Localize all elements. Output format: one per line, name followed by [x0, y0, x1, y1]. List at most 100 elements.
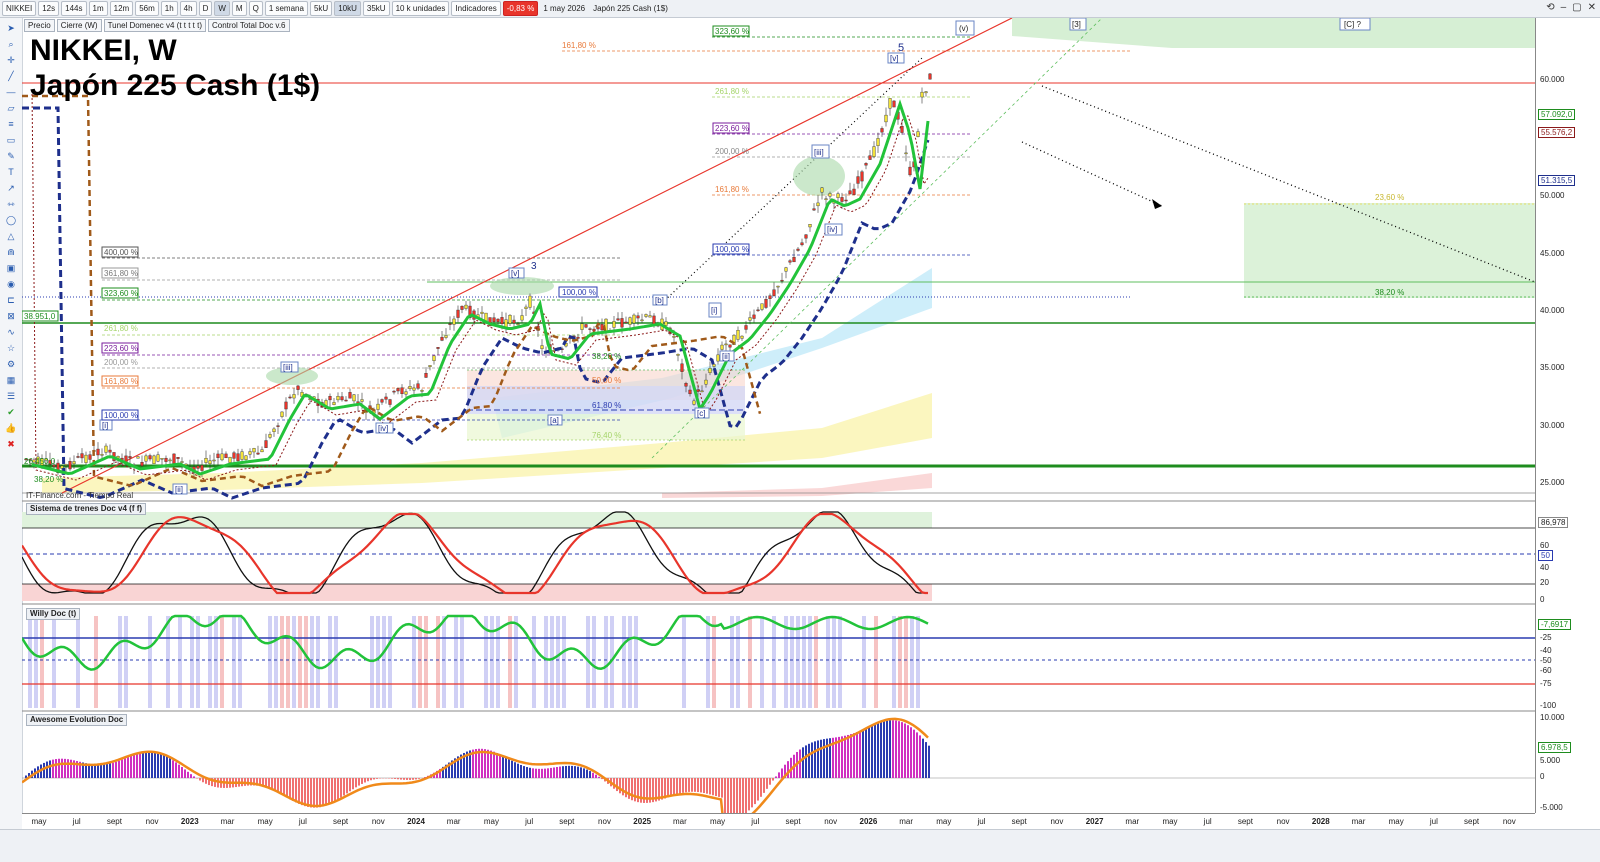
grid-icon[interactable]: ▦ [4, 375, 18, 386]
delete-icon[interactable]: ✖ [4, 439, 18, 450]
time-axis[interactable]: mayjulseptnov2023marmayjulseptnov2024mar… [22, 813, 1535, 830]
legend-tunel[interactable]: Tunel Domenec v4 (t t t t t) [104, 19, 206, 32]
legend-price[interactable]: Precio [24, 19, 55, 32]
settings-icon[interactable]: ⚙ [4, 359, 18, 370]
scale-label: 40 [1540, 563, 1549, 572]
panel-label-willy[interactable]: Willy Doc (t) [26, 608, 80, 620]
period-selector[interactable]: 1 semana [265, 1, 308, 16]
gann-icon[interactable]: ⊠ [4, 311, 18, 322]
units-select[interactable]: 10 k unidades [392, 1, 450, 16]
zoom-icon[interactable]: ⌕ [4, 39, 18, 50]
layers-icon[interactable]: ☰ [4, 391, 18, 402]
candle [245, 456, 248, 460]
timeframe-d[interactable]: D [199, 1, 213, 16]
close-icon[interactable]: ✕ [1588, 2, 1596, 13]
timeframe-144s[interactable]: 144s [61, 1, 86, 16]
awesome-bar [619, 778, 621, 793]
candle [721, 345, 724, 349]
time-tick: 2025 [633, 817, 651, 826]
fib-label: 38,20 % [592, 352, 621, 361]
wave-count-label: 5 [898, 42, 904, 54]
awesome-bar [100, 765, 102, 778]
indicators-button[interactable]: Indicadores [451, 1, 500, 16]
candle [617, 319, 620, 320]
awesome-bar [595, 775, 597, 778]
ruler-icon[interactable]: ⊏ [4, 295, 18, 306]
units-10k[interactable]: 10kU [334, 1, 361, 16]
willy-bar [832, 616, 836, 708]
line-icon[interactable]: ╱ [4, 71, 18, 82]
candle [181, 462, 184, 463]
wave-icon[interactable]: ∿ [4, 327, 18, 338]
willy-bar [910, 616, 914, 708]
wave-label: [v] [890, 54, 898, 63]
willy-bar [808, 616, 812, 708]
price-chart[interactable]: [i] [ii] [iii] [iv] [v] 3 [a] [b] [i] [i… [22, 18, 1535, 813]
chart-subtitle: Japón 225 Cash (1$) [30, 68, 320, 104]
willy-bar [592, 616, 596, 708]
candle [465, 305, 468, 308]
awesome-bar [754, 778, 756, 804]
channel-icon[interactable]: ▱ [4, 103, 18, 114]
timeframe-56m[interactable]: 56m [135, 1, 159, 16]
legend-close[interactable]: Cierre (W) [57, 19, 102, 32]
timeframe-12s[interactable]: 12s [38, 1, 59, 16]
awesome-bar [853, 733, 855, 778]
crosshair-icon[interactable]: ✛ [4, 55, 18, 66]
units-5k[interactable]: 5kU [310, 1, 332, 16]
awesome-bar [844, 736, 846, 778]
wave-label: [C] ? [1344, 20, 1361, 29]
minimize-icon[interactable]: – [1561, 2, 1567, 13]
timeframe-1m[interactable]: 1m [89, 1, 108, 16]
candle [725, 344, 728, 345]
osc2-value-tag: -7,6917 [1538, 619, 1571, 630]
arrow-icon[interactable]: ↗ [4, 183, 18, 194]
panel-label-trenes[interactable]: Sistema de trenes Doc v4 (f f) [26, 503, 146, 515]
timeframe-1h[interactable]: 1h [161, 1, 178, 16]
time-tick: may [936, 817, 951, 826]
maximize-icon[interactable]: ▢ [1572, 2, 1581, 13]
timeframe-q[interactable]: Q [249, 1, 263, 16]
legend-control[interactable]: Control Total Doc v.6 [208, 19, 290, 32]
timeframe-12m[interactable]: 12m [110, 1, 134, 16]
cursor-icon[interactable]: ➤ [4, 23, 18, 34]
symbol-selector[interactable]: NIKKEI [2, 1, 36, 16]
willy-bar [424, 616, 428, 708]
lock-icon[interactable]: ▣ [4, 263, 18, 274]
star-icon[interactable]: ☆ [4, 343, 18, 354]
awesome-bar [115, 762, 117, 778]
check-icon[interactable]: ✔ [4, 407, 18, 418]
measure-icon[interactable]: ⇿ [4, 199, 18, 210]
magnet-icon[interactable]: ⋒ [4, 247, 18, 258]
timeframe-4h[interactable]: 4h [180, 1, 197, 16]
fibonacci-icon[interactable]: ≡ [4, 119, 18, 130]
candle [917, 132, 920, 137]
eye-icon[interactable]: ◉ [4, 279, 18, 290]
scale-label: 50.000 [1540, 191, 1564, 200]
awesome-bar [490, 751, 492, 778]
price-scale[interactable]: 60.000 50.000 45.000 40.000 35.000 30.00… [1535, 18, 1600, 813]
back-icon[interactable]: ⟲ [1546, 2, 1554, 13]
candle [461, 306, 464, 309]
text-icon[interactable]: T [4, 167, 18, 178]
candle [793, 257, 796, 262]
thumb-up-icon[interactable]: 👍 [4, 423, 18, 434]
awesome-bar [715, 778, 717, 796]
timeframe-w[interactable]: W [214, 1, 230, 16]
timeframe-m[interactable]: M [232, 1, 247, 16]
candle [157, 455, 160, 461]
awesome-bar [304, 778, 306, 806]
units-35k[interactable]: 35kU [363, 1, 390, 16]
awesome-bar [46, 762, 48, 778]
rectangle-icon[interactable]: ▭ [4, 135, 18, 146]
awesome-bar [487, 750, 489, 778]
candle [253, 448, 256, 452]
candle [397, 388, 400, 391]
triangle-icon[interactable]: △ [4, 231, 18, 242]
ellipse-icon[interactable]: ◯ [4, 215, 18, 226]
pencil-icon[interactable]: ✎ [4, 151, 18, 162]
candle [497, 319, 500, 322]
fib-label: 50,00 % [592, 376, 621, 385]
panel-label-awesome[interactable]: Awesome Evolution Doc [26, 714, 127, 726]
hline-icon[interactable]: ― [4, 87, 18, 98]
